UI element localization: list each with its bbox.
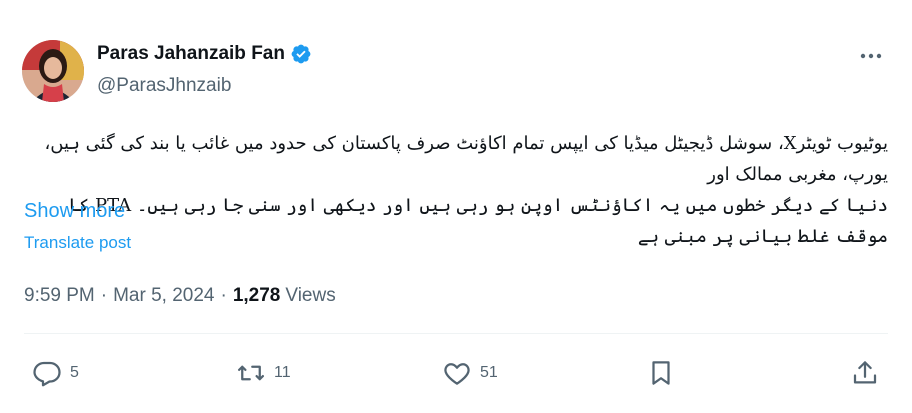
bookmark-icon	[652, 361, 670, 385]
heart-icon	[444, 363, 470, 385]
author-handle[interactable]: @ParasJhnzaib	[97, 75, 231, 97]
tweet-text-line-2: دنیا کے دیگر خطوں میں یہ اکاؤنٹس اوپن ہو…	[68, 195, 888, 247]
bookmark-button[interactable]	[646, 358, 676, 388]
divider	[24, 333, 888, 334]
author-name-row: Paras Jahanzaib Fan	[97, 43, 312, 65]
show-more-link[interactable]: Show more	[24, 200, 125, 223]
translate-post-link[interactable]: Translate post	[24, 233, 131, 253]
retweet-button[interactable]: 11	[234, 358, 291, 388]
tweet-text-line-1: یوٹیوب ٹویٹرX، سوشل ڈیجیٹل میڈیا کی ایپس…	[44, 133, 888, 185]
like-button[interactable]: 51	[440, 358, 498, 388]
more-dots-icon	[860, 53, 882, 59]
retweet-icon	[238, 365, 264, 381]
like-count: 51	[480, 364, 498, 381]
reply-button[interactable]: 5	[30, 358, 79, 388]
tweet-time[interactable]: 9:59 PM	[24, 285, 95, 307]
author-display-name[interactable]: Paras Jahanzaib Fan	[97, 43, 285, 65]
meta-separator: ·	[220, 285, 227, 306]
avatar-image	[22, 40, 84, 102]
tweet-text: یوٹیوب ٹویٹرX، سوشل ڈیجیٹل میڈیا کی ایپس…	[24, 128, 888, 252]
retweet-count: 11	[274, 364, 291, 381]
reply-icon	[33, 361, 61, 387]
views-label: Views	[285, 285, 336, 306]
meta-separator: ·	[100, 285, 108, 306]
verified-badge-icon[interactable]	[290, 43, 312, 65]
share-button[interactable]	[850, 358, 880, 388]
views-count: 1,278	[232, 285, 281, 306]
avatar[interactable]	[22, 40, 84, 102]
share-icon	[853, 361, 877, 384]
reply-count: 5	[70, 364, 79, 381]
tweet-date[interactable]: Mar 5, 2024	[113, 285, 214, 307]
more-options-button[interactable]	[854, 42, 888, 70]
tweet-meta: 9:59 PM · Mar 5, 2024 · 1,278 Views	[24, 285, 336, 307]
